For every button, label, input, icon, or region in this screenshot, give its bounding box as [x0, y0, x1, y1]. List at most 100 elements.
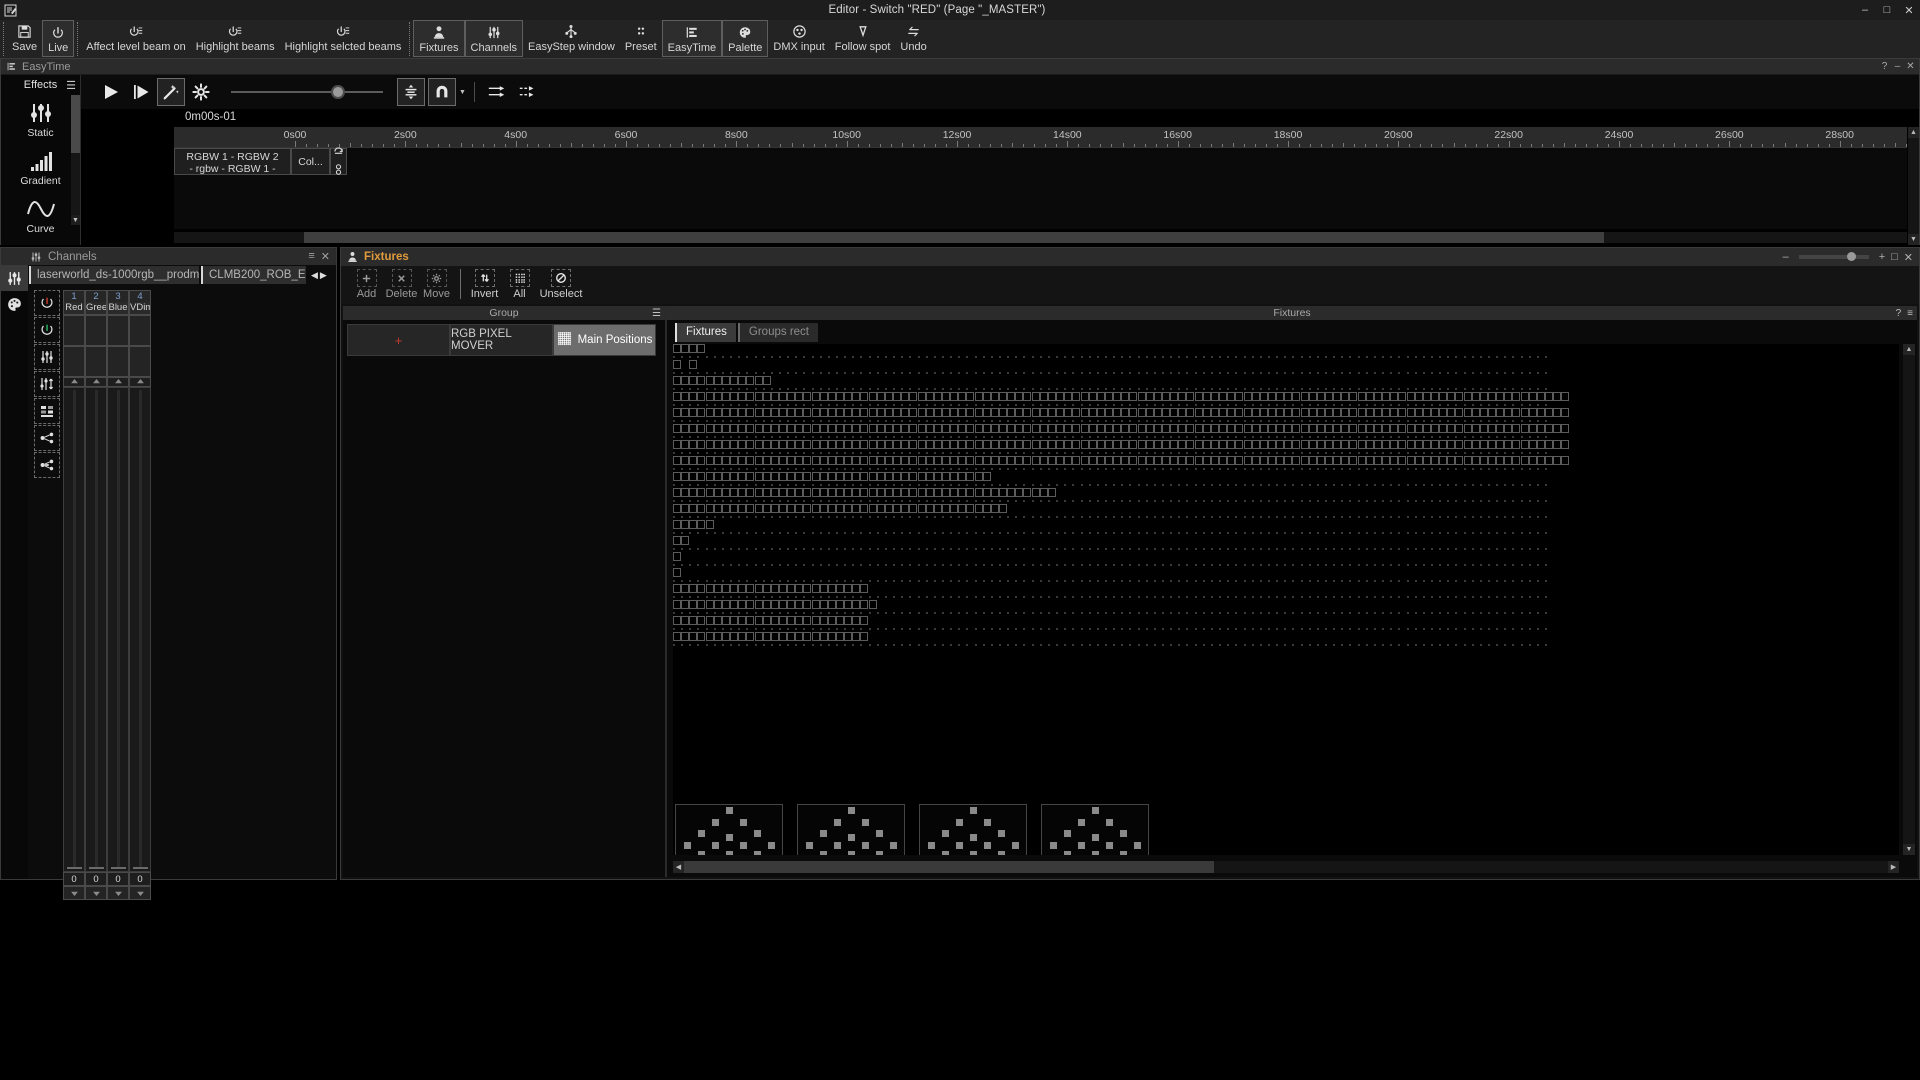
fixture-cell[interactable]	[844, 504, 853, 513]
pan-tilt-cell[interactable]	[712, 818, 719, 826]
fixture-cell[interactable]	[673, 424, 681, 433]
fixture-cell[interactable]	[689, 504, 698, 513]
fixture-cell[interactable]	[1333, 424, 1342, 433]
pan-tilt-cell[interactable]	[928, 842, 935, 850]
pan-tilt-cell[interactable]	[820, 851, 827, 855]
fixture-cell[interactable]	[673, 392, 681, 401]
fixture-cell[interactable]	[1390, 440, 1399, 449]
fixture-cell[interactable]	[787, 456, 796, 465]
fixture-cell[interactable]	[1129, 424, 1138, 433]
gear-button[interactable]	[187, 78, 215, 106]
fixture-cell[interactable]	[762, 376, 771, 385]
pan-tilt-cell[interactable]	[862, 842, 869, 850]
fixture-cell[interactable]	[1113, 408, 1122, 417]
fixture-cell[interactable]	[909, 488, 918, 497]
fixture-cell[interactable]	[958, 424, 967, 433]
fixture-cell[interactable]	[697, 408, 706, 417]
fixture-cell[interactable]	[1145, 424, 1154, 433]
channel-value[interactable]: 0	[129, 872, 151, 886]
fixture-cell[interactable]	[941, 392, 950, 401]
minimize-button[interactable]: –	[1892, 61, 1903, 72]
fixture-cell[interactable]	[836, 584, 844, 593]
fixture-cell[interactable]	[673, 360, 681, 369]
fixture-cell[interactable]	[950, 408, 959, 417]
fixture-cell[interactable]	[705, 392, 714, 401]
fixture-cell[interactable]	[852, 424, 861, 433]
fixture-cell[interactable]	[1267, 408, 1276, 417]
fixture-cell[interactable]	[1406, 456, 1415, 465]
fixture-cell[interactable]	[1137, 408, 1146, 417]
fixture-cell[interactable]	[836, 488, 844, 497]
select-all-button[interactable]: All	[502, 269, 537, 300]
fixture-cell[interactable]	[909, 472, 918, 481]
fixture-cell[interactable]	[705, 488, 714, 497]
fixture-cell[interactable]	[1447, 408, 1456, 417]
pan-tilt-cell[interactable]	[754, 830, 761, 838]
fixture-cell[interactable]	[1561, 440, 1570, 449]
channel-footer-handle[interactable]	[85, 886, 107, 900]
fixture-cell[interactable]	[1390, 408, 1399, 417]
fixture-cell[interactable]	[1267, 424, 1276, 433]
fixture-cell[interactable]	[999, 456, 1007, 465]
scroll-up-arrow[interactable]: ▲	[1903, 344, 1915, 355]
fixture-cell[interactable]	[982, 472, 991, 481]
fixture-cell[interactable]	[884, 424, 893, 433]
pan-tilt-cell[interactable]	[1078, 842, 1085, 850]
fixture-cell[interactable]	[811, 472, 820, 481]
timeline-ruler[interactable]: 0s00 2s00 4s00 6s00 8s00 10s00 12s00 14s00 16s00…	[174, 127, 1907, 147]
fixture-cell[interactable]	[925, 488, 934, 497]
fixture-cell[interactable]	[852, 408, 861, 417]
fixture-cell[interactable]	[1015, 440, 1024, 449]
fixture-cell[interactable]	[1496, 456, 1505, 465]
fixture-cell[interactable]	[1479, 392, 1488, 401]
fixture-cell[interactable]	[673, 504, 681, 513]
fixture-cell[interactable]	[697, 504, 706, 513]
fixture-cell[interactable]	[730, 392, 739, 401]
fixture-cell[interactable]	[1398, 424, 1407, 433]
fixture-cell[interactable]	[950, 424, 959, 433]
fixture-cell[interactable]	[787, 632, 796, 641]
fixture-cell[interactable]	[836, 456, 844, 465]
fixture-cell[interactable]	[1056, 408, 1065, 417]
fixture-cell[interactable]	[1545, 456, 1554, 465]
fixture-cell[interactable]	[917, 456, 926, 465]
fixture-cell[interactable]	[1227, 456, 1236, 465]
pan-tilt-panel[interactable]	[919, 804, 1027, 855]
fixture-cell[interactable]	[990, 408, 999, 417]
fixture-cell[interactable]	[836, 440, 844, 449]
hamburger-icon[interactable]: ☰	[652, 308, 661, 319]
fixture-cell[interactable]	[673, 408, 681, 417]
fixture-cell[interactable]	[1333, 456, 1342, 465]
fixture-cell[interactable]	[1488, 424, 1496, 433]
fixture-cell[interactable]	[974, 456, 983, 465]
fixture-cell[interactable]	[868, 424, 877, 433]
fixture-cell[interactable]	[999, 440, 1007, 449]
fixture-cell[interactable]	[673, 488, 681, 497]
fixture-cell[interactable]	[795, 584, 804, 593]
fixture-cell[interactable]	[1512, 408, 1521, 417]
fixture-cell[interactable]	[1357, 456, 1366, 465]
fixture-cell[interactable]	[673, 600, 681, 609]
fixture-cell[interactable]	[819, 600, 828, 609]
fixture-cell[interactable]	[876, 472, 885, 481]
fixture-cell[interactable]	[811, 440, 820, 449]
pan-tilt-cell[interactable]	[1064, 830, 1071, 838]
fixture-cell[interactable]	[1406, 408, 1415, 417]
fixture-cell[interactable]	[1162, 456, 1170, 465]
fixture-cell[interactable]	[681, 424, 690, 433]
fixture-cell[interactable]	[1064, 392, 1073, 401]
fixture-cell[interactable]	[852, 488, 861, 497]
fixture-cell[interactable]	[933, 392, 942, 401]
fixture-cell[interactable]	[884, 392, 893, 401]
magic-wand-button[interactable]	[157, 78, 185, 106]
channel-footer-handle[interactable]	[63, 886, 85, 900]
fixture-cell[interactable]	[705, 504, 714, 513]
fixture-cell[interactable]	[999, 488, 1007, 497]
fixture-cell[interactable]	[974, 440, 983, 449]
fixture-cell[interactable]	[1561, 424, 1570, 433]
fixture-cell[interactable]	[1536, 440, 1545, 449]
fixture-cell[interactable]	[689, 376, 698, 385]
channel-preset-cell[interactable]	[107, 346, 129, 377]
fixture-cell[interactable]	[844, 408, 853, 417]
fixture-cell[interactable]	[738, 632, 747, 641]
